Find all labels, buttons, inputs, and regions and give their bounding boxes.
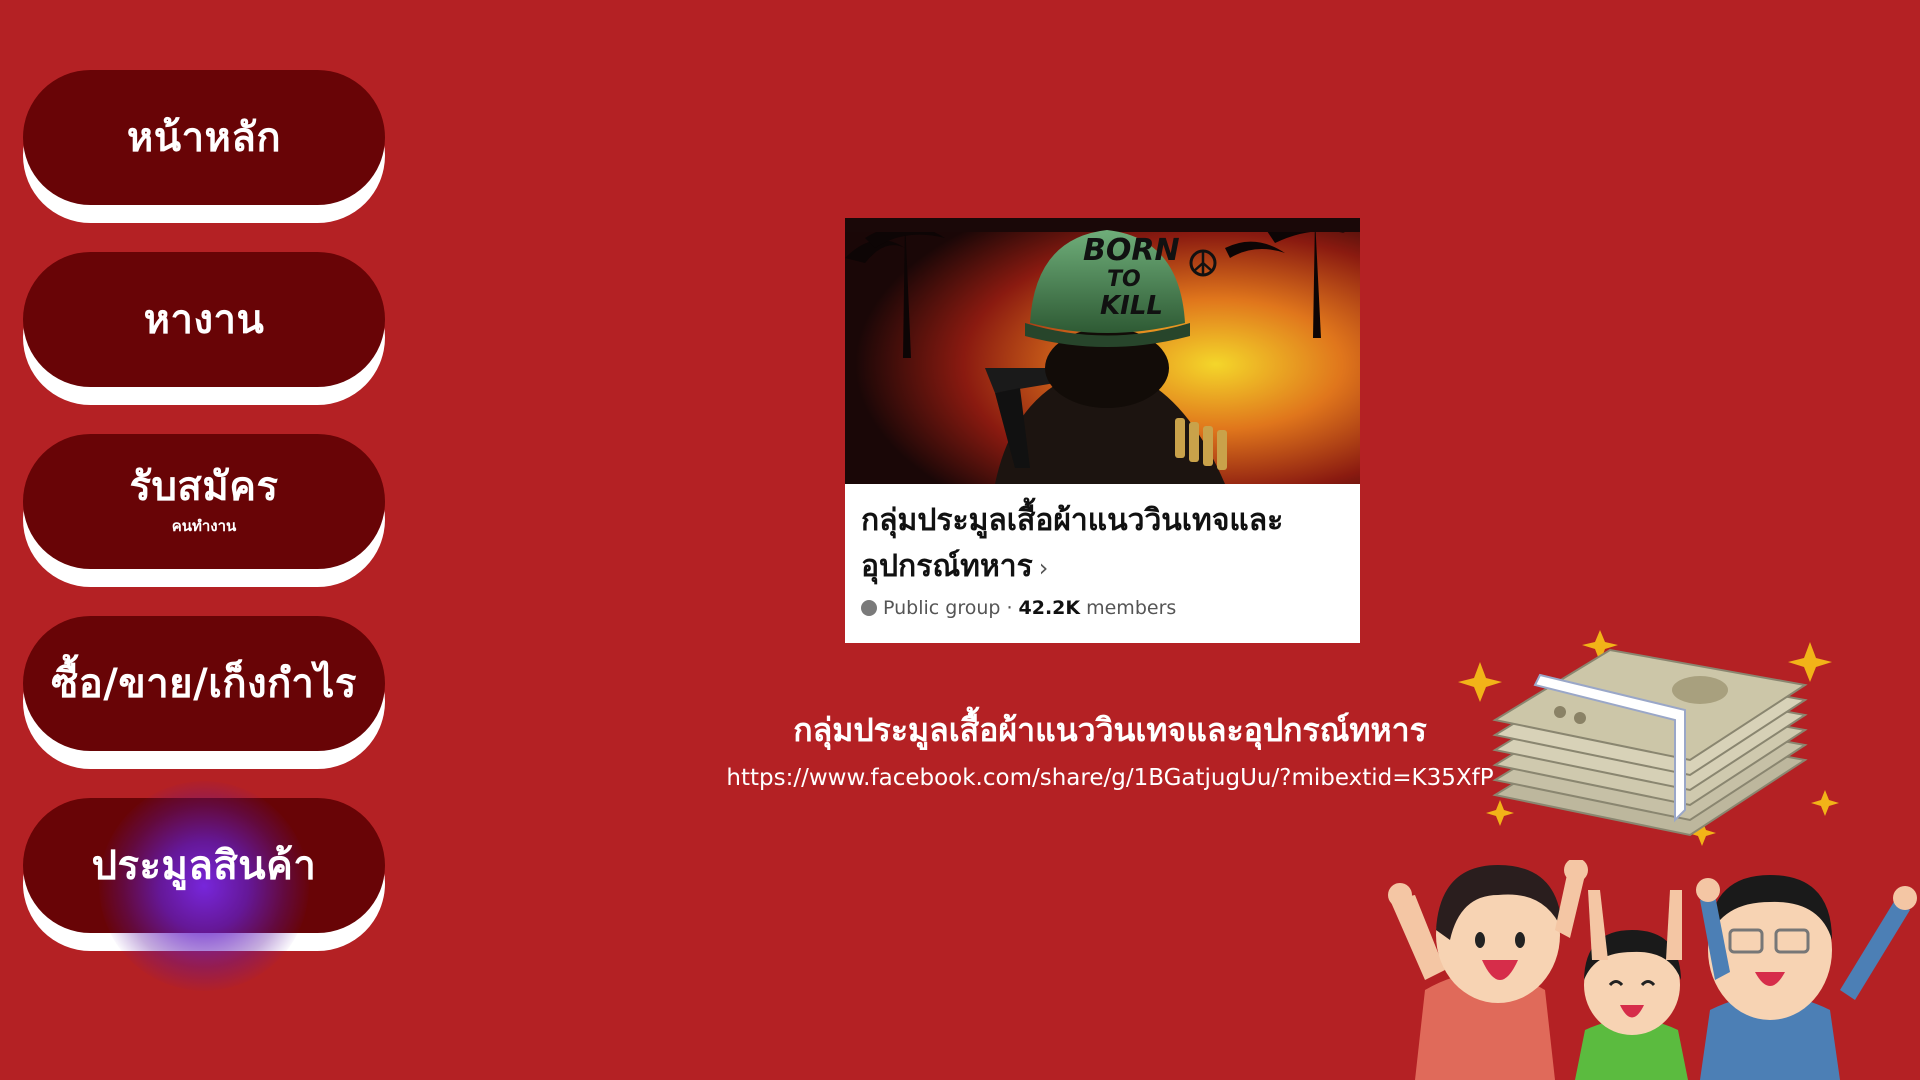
helmet-text-line: KILL [1100, 291, 1163, 321]
group-title[interactable]: กลุ่มประมูลเสื้อผ้าแนววินเทจและ อุปกรณ์ท… [861, 498, 1344, 591]
nav-button-label: รับสมัคร [129, 463, 279, 510]
celebrating-family-illustration [1388, 860, 1917, 1080]
nav-button-sublabel: คนทำงาน [171, 516, 237, 535]
group-cover-image: BORN TO KILL [845, 218, 1360, 484]
globe-icon [861, 600, 877, 616]
group-title-line: อุปกรณ์ทหาร [861, 549, 1033, 584]
helmet-text-line: BORN [1083, 233, 1180, 268]
nav-button-home[interactable]: หน้าหลัก [23, 70, 385, 205]
chevron-right-icon: › [1038, 554, 1049, 582]
group-info: กลุ่มประมูลเสื้อผ้าแนววินเทจและ อุปกรณ์ท… [845, 484, 1360, 619]
page: หน้าหลัก หางาน รับสมัคร คนทำงาน ซื้อ/ขาย… [0, 0, 1920, 1080]
meta-separator: · [1006, 597, 1013, 619]
nav-button-label: หางาน [143, 296, 265, 343]
nav-button-recruit[interactable]: รับสมัคร คนทำงาน [23, 434, 385, 569]
nav-button-buy-sell[interactable]: ซื้อ/ขาย/เก็งกำไร [23, 616, 385, 751]
member-count: 42.2K [1018, 597, 1081, 619]
nav-button-auction[interactable]: ประมูลสินค้า [23, 780, 385, 991]
nav-button-label: ซื้อ/ขาย/เก็งกำไร [51, 660, 357, 707]
group-caption: กลุ่มประมูลเสื้อผ้าแนววินเทจและอุปกรณ์ทห… [793, 711, 1427, 749]
group-link[interactable]: https://www.facebook.com/share/g/1BGatju… [700, 765, 1520, 791]
group-visibility: Public group [883, 597, 1001, 619]
nav-button-find-job[interactable]: หางาน [23, 252, 385, 387]
members-label: members [1086, 597, 1177, 619]
nav-button-label: ประมูลสินค้า [91, 842, 317, 889]
money-stack-illustration [1458, 630, 1839, 846]
helmet-text-line: TO [1107, 267, 1141, 292]
group-meta: Public group · 42.2K members [861, 597, 1344, 619]
facebook-group-card[interactable]: BORN TO KILL กลุ่มประมูลเสื้อผ้าแนววินเท… [845, 218, 1360, 643]
nav-button-label: หน้าหลัก [126, 114, 282, 161]
group-title-line: กลุ่มประมูลเสื้อผ้าแนววินเทจและ [861, 503, 1284, 538]
